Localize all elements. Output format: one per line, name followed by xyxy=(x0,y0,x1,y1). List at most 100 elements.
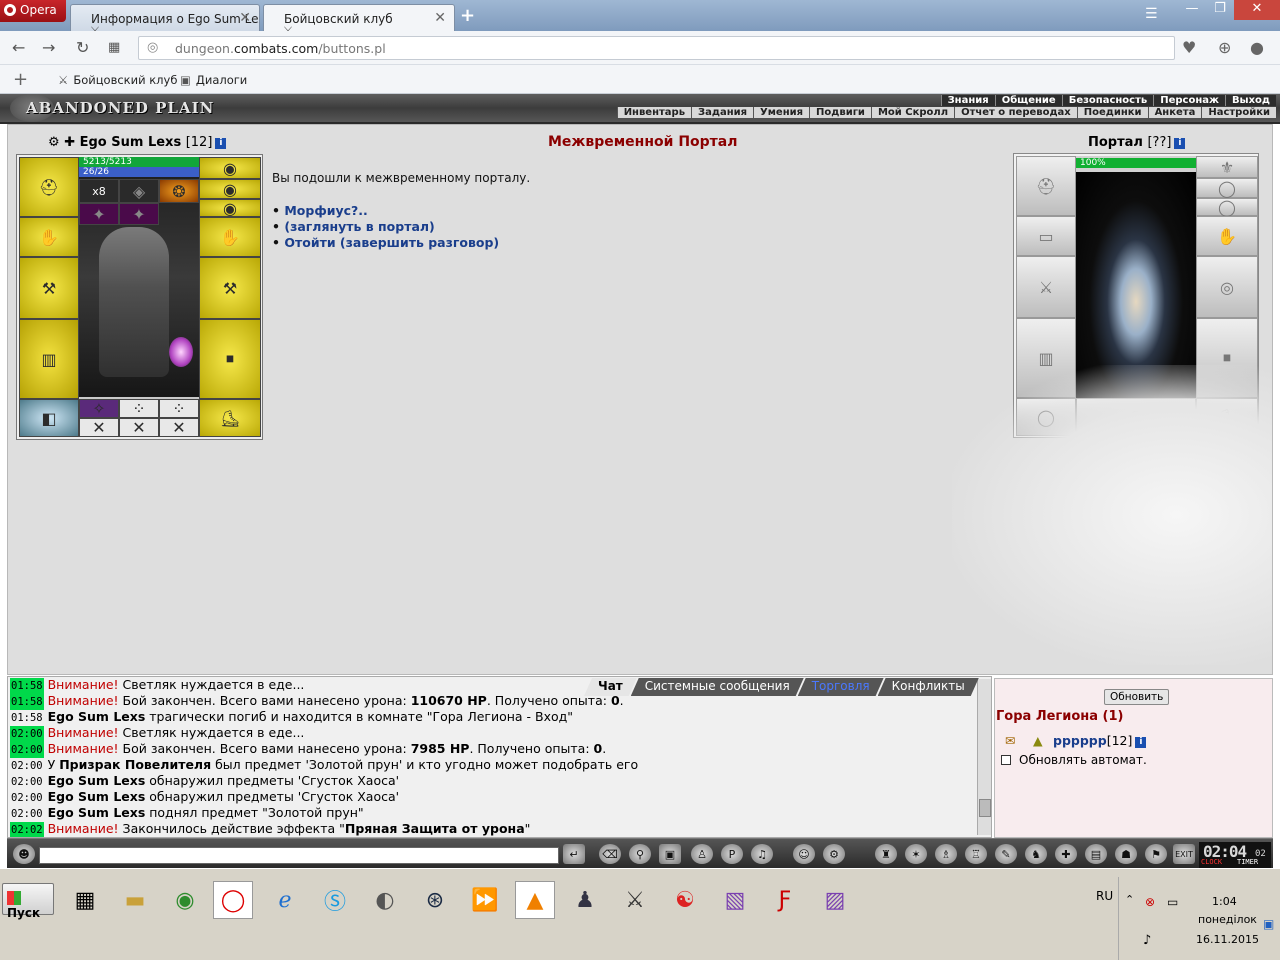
tab-menu-icon[interactable]: ☰ xyxy=(1145,6,1158,22)
pet-icon[interactable]: ♞ xyxy=(1025,844,1047,864)
chat-input[interactable] xyxy=(39,847,559,864)
skype-icon[interactable]: Ⓢ xyxy=(315,881,355,919)
close-icon[interactable]: ✕ xyxy=(239,10,251,26)
pocket-slot-4[interactable]: ✕ xyxy=(79,418,119,437)
weapon-right-slot[interactable]: ⚒ xyxy=(199,257,261,319)
internet-explorer-icon[interactable]: ℯ xyxy=(265,881,305,919)
boots-slot[interactable]: ◧ xyxy=(19,399,79,437)
profile-icon[interactable]: ● xyxy=(1250,38,1264,57)
bookmark-dialogs[interactable]: ▣ Диалоги xyxy=(180,73,247,87)
minimize-button[interactable]: — xyxy=(1178,0,1206,20)
belt-slot-3[interactable]: ❂ xyxy=(159,179,199,203)
teamspeak-icon[interactable]: ◐ xyxy=(365,881,405,919)
back-icon[interactable]: ← xyxy=(12,38,25,57)
ring-slot-1[interactable]: ◉ xyxy=(199,157,261,179)
belt-slot-1[interactable]: x8 xyxy=(79,179,119,203)
forward-icon[interactable]: → xyxy=(42,38,55,57)
timer-label[interactable]: TIMER xyxy=(1237,858,1258,866)
filezilla-icon[interactable]: Ƒ xyxy=(765,881,805,919)
belt-slot-2[interactable]: ◈ xyxy=(119,179,159,203)
box-icon[interactable]: ▤ xyxy=(1085,844,1107,864)
volume-icon[interactable]: ♪ xyxy=(1143,933,1151,948)
archive-icon[interactable]: ▨ xyxy=(815,881,855,919)
steam-icon[interactable]: ⊛ xyxy=(415,881,455,919)
pocket-slot-5[interactable]: ✕ xyxy=(119,418,159,437)
castle-icon[interactable]: ♖ xyxy=(965,844,987,864)
settings-icon[interactable]: ⚙ xyxy=(823,844,845,864)
opera-taskbar-icon[interactable]: ◯ xyxy=(213,881,253,919)
private-icon[interactable]: P xyxy=(721,844,743,864)
save-icon[interactable]: ▣ xyxy=(659,844,681,864)
calculator-icon[interactable]: ▦ xyxy=(65,881,105,919)
tab-conflicts[interactable]: Конфликты xyxy=(878,678,979,696)
nav-knowledge[interactable]: Знания xyxy=(940,95,995,106)
close-icon[interactable]: ✕ xyxy=(434,10,446,26)
smiley-icon[interactable]: ☺ xyxy=(793,844,815,864)
chat-mode-icon[interactable]: ☻ xyxy=(13,844,35,864)
pocket-slot-6[interactable]: ✕ xyxy=(159,418,199,437)
belt-slot-5[interactable]: ✦ xyxy=(119,203,159,225)
filter-icon[interactable]: ⚲ xyxy=(629,844,651,864)
friends-icon[interactable]: ☗ xyxy=(1115,844,1137,864)
heart-icon[interactable]: ♥ xyxy=(1182,38,1196,57)
tab-chat[interactable]: Чат xyxy=(584,678,637,696)
flag-icon[interactable]: ⚑ xyxy=(1145,844,1167,864)
gloves-slot[interactable]: ✋ xyxy=(199,217,261,257)
tab-trade[interactable]: Торговля xyxy=(798,678,884,696)
vlc-icon[interactable]: ▲ xyxy=(515,881,555,919)
explorer-icon[interactable]: ▬ xyxy=(115,881,155,919)
nav-skills[interactable]: Умения xyxy=(753,107,810,118)
weapon-left-slot[interactable]: ⚒ xyxy=(19,257,79,319)
nav-communication[interactable]: Общение xyxy=(994,95,1062,106)
new-tab-button[interactable]: + xyxy=(460,5,475,26)
add-bookmark-icon[interactable]: + xyxy=(13,69,28,90)
chat-scrollbar[interactable] xyxy=(977,679,991,835)
auto-refresh-checkbox[interactable] xyxy=(1001,755,1011,765)
download-icon[interactable]: ⊕ xyxy=(1218,38,1231,57)
auto-refresh-row[interactable]: Обновлять автомат. xyxy=(1001,753,1147,767)
nav-security[interactable]: Безопасность xyxy=(1061,95,1154,106)
nav-achievements[interactable]: Подвиги xyxy=(809,107,871,118)
info-icon[interactable]: i xyxy=(1135,737,1147,748)
music-icon[interactable]: ♫ xyxy=(751,844,773,864)
pocket-slot-1[interactable]: ✧ xyxy=(79,399,119,418)
reload-icon[interactable]: ↻ xyxy=(76,38,89,57)
pocket-slot-2[interactable]: ⁘ xyxy=(119,399,159,418)
tab-character-info[interactable]: ⚔ Информация о Ego Sum Lexs ✕ xyxy=(70,4,260,31)
nav-quests[interactable]: Задания xyxy=(691,107,754,118)
ring-slot-3[interactable]: ◉ xyxy=(199,199,261,218)
shoes-slot[interactable]: ⛸ xyxy=(199,399,261,437)
start-button[interactable]: Пуск xyxy=(2,883,54,920)
tray-time[interactable]: 1:04 xyxy=(1212,895,1237,908)
potion-icon[interactable]: ♗ xyxy=(935,844,957,864)
tab-system-messages[interactable]: Системные сообщения xyxy=(631,678,804,696)
nav-settings[interactable]: Настройки xyxy=(1201,107,1276,118)
private-message-icon[interactable]: ✉ xyxy=(1005,733,1015,748)
scroll-thumb[interactable] xyxy=(979,799,991,817)
ccleaner-icon[interactable]: ☯ xyxy=(665,881,705,919)
player-name[interactable]: pppppp xyxy=(1053,733,1107,748)
pocket-slot-3[interactable]: ⁘ xyxy=(159,399,199,418)
option-morpheus[interactable]: Морфиус?.. xyxy=(284,203,367,218)
url-field[interactable]: ◎ dungeon.combats.com/buttons.pl xyxy=(138,36,1175,60)
opera-menu-button[interactable]: Opera xyxy=(0,0,66,22)
send-icon[interactable]: ↵ xyxy=(563,844,585,864)
network-icon[interactable]: ⊗ xyxy=(1145,895,1155,909)
player-entry[interactable]: ✉ ▲ pppppp[12] i xyxy=(1005,733,1147,748)
info-icon[interactable]: i xyxy=(215,138,227,149)
option-look-portal[interactable]: (заглянуть в портал) xyxy=(284,219,434,234)
nav-character[interactable]: Персонаж xyxy=(1153,95,1225,106)
bracers-slot[interactable]: ✋ xyxy=(19,217,79,257)
nav-my-scroll[interactable]: Мой Скролл xyxy=(870,107,955,118)
nav-transfer-report[interactable]: Отчет о переводах xyxy=(954,107,1077,118)
game-shield-icon[interactable]: ⚔ xyxy=(615,881,655,919)
eraser-icon[interactable]: ⌫ xyxy=(599,844,621,864)
desktop-icon[interactable]: ▣ xyxy=(1263,917,1274,931)
nav-duels[interactable]: Поединки xyxy=(1076,107,1148,118)
nav-exit[interactable]: Выход xyxy=(1224,95,1276,106)
bag-icon[interactable]: ♜ xyxy=(875,844,897,864)
option-leave[interactable]: Отойти (завершить разговор) xyxy=(284,235,499,250)
legs-slot[interactable]: ⏹ xyxy=(199,319,261,399)
monitor-icon[interactable]: ▭ xyxy=(1167,895,1178,909)
bookmark-fight-club[interactable]: ⚔ Бойцовский клуб xyxy=(58,73,177,87)
